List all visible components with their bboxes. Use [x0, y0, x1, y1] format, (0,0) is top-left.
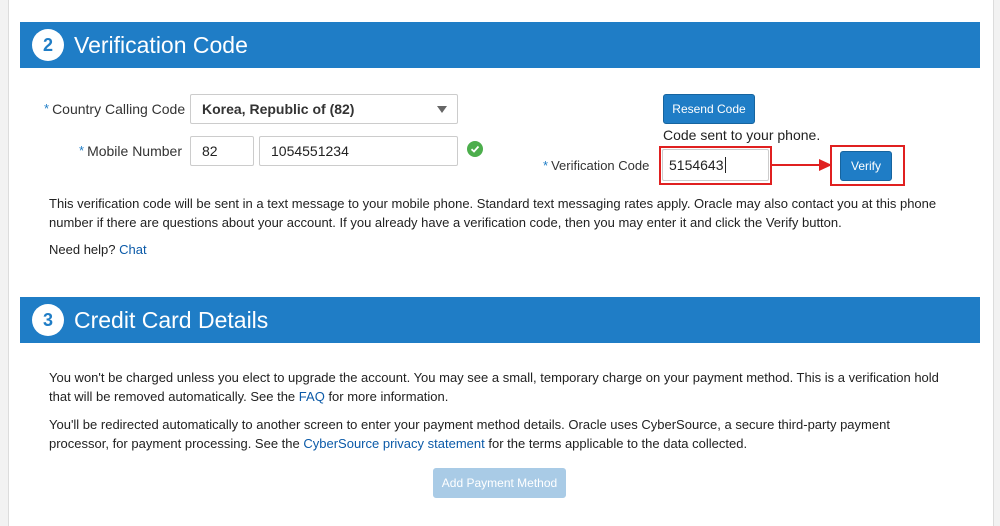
charge-info-text: You won't be charged unless you elect to…	[49, 370, 939, 404]
chat-link[interactable]: Chat	[119, 242, 146, 257]
annotation-box-code	[659, 146, 772, 185]
cybersource-info-text: You'll be redirected automatically to an…	[49, 417, 890, 451]
verification-section-header: 2 Verification Code	[20, 22, 980, 68]
country-code-select[interactable]: Korea, Republic of (82)	[190, 94, 458, 124]
faq-link[interactable]: FAQ	[299, 389, 325, 404]
required-marker: *	[79, 143, 85, 158]
mobile-prefix-field[interactable]: 82	[190, 136, 254, 166]
add-payment-method-button[interactable]: Add Payment Method	[433, 468, 566, 498]
mobile-number-field[interactable]: 1054551234	[259, 136, 458, 166]
required-marker: *	[44, 101, 50, 116]
country-code-label: * Country Calling Code	[44, 101, 186, 117]
verification-info-text: This verification code will be sent in a…	[49, 196, 937, 230]
chevron-down-icon	[437, 106, 447, 113]
step-number-3: 3	[32, 304, 64, 336]
country-code-value: Korea, Republic of (82)	[202, 101, 355, 117]
mobile-number-label: * Mobile Number	[79, 143, 182, 159]
credit-card-section-header: 3 Credit Card Details	[20, 297, 980, 343]
required-marker: *	[543, 158, 549, 173]
section-title-verification: Verification Code	[74, 31, 248, 58]
section-title-credit-card: Credit Card Details	[74, 306, 269, 333]
annotation-box-verify	[830, 145, 905, 186]
cybersource-privacy-link[interactable]: CyberSource privacy statement	[303, 436, 484, 451]
check-circle-icon	[467, 141, 483, 157]
arrow-right-icon	[771, 159, 832, 171]
code-sent-text: Code sent to your phone.	[663, 127, 821, 143]
help-text: Need help?	[49, 242, 116, 257]
step-number-2: 2	[32, 29, 64, 61]
help-line: Need help? Chat	[49, 240, 949, 259]
resend-code-button[interactable]: Resend Code	[663, 94, 755, 124]
verification-code-label: * Verification Code	[543, 158, 650, 173]
